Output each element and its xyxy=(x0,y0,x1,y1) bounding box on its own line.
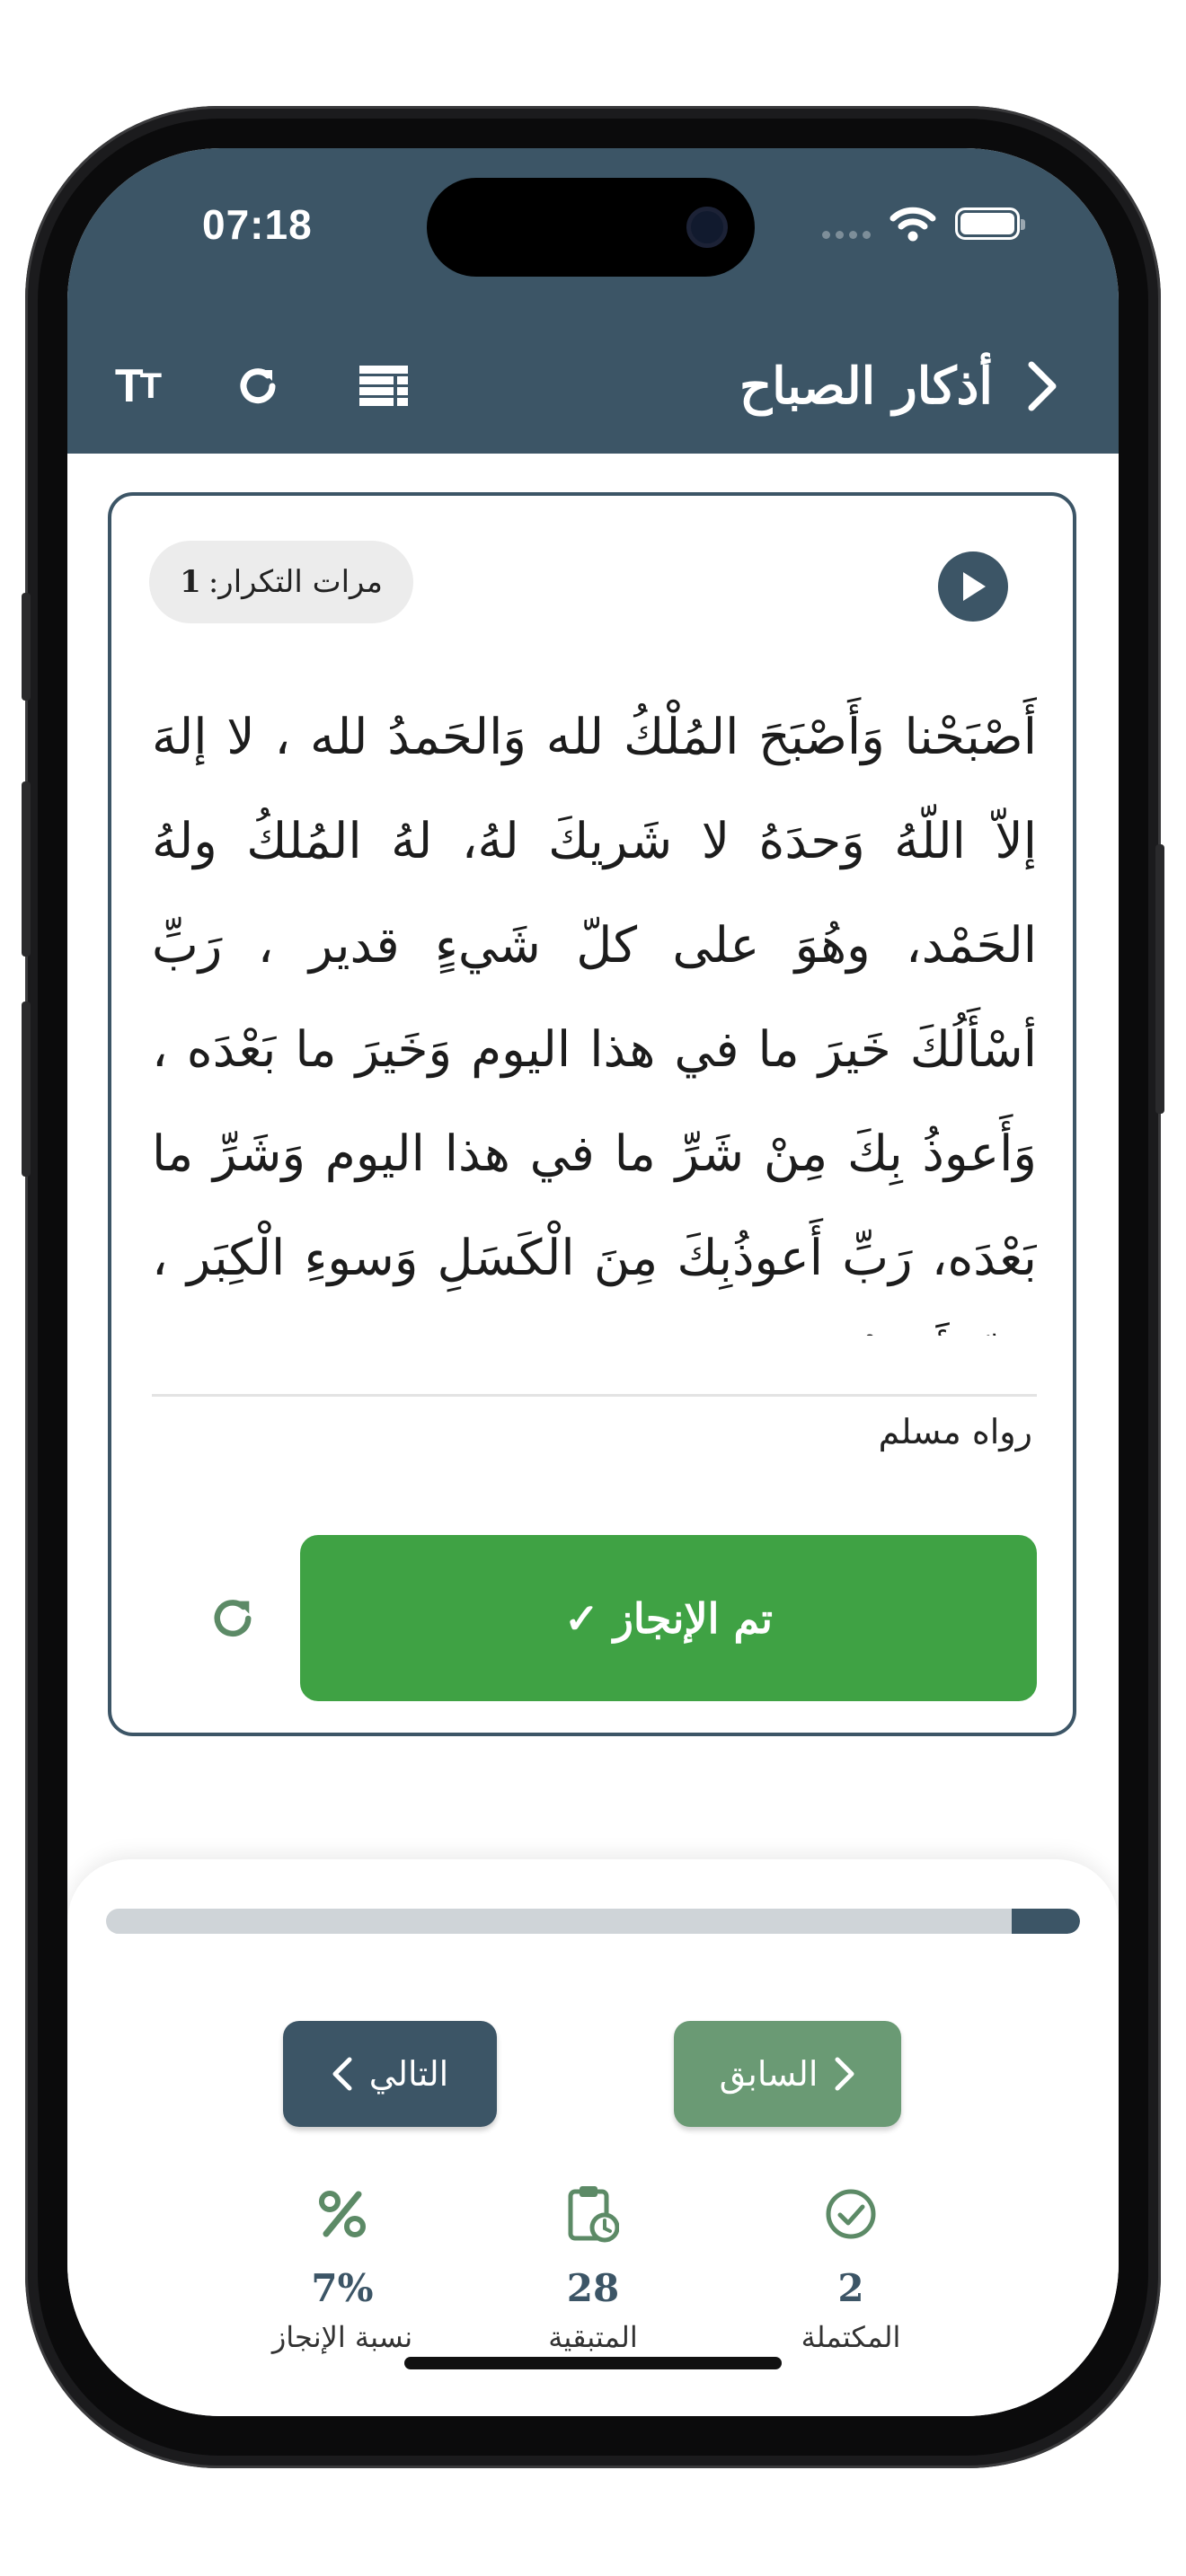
stat-completed: 2 المكتملة xyxy=(752,2178,950,2354)
toolbar: TT أذكار الصباح xyxy=(67,337,1119,436)
mark-done-button[interactable]: تم الإنجاز ✓ xyxy=(300,1535,1037,1701)
stat-label: المتبقية xyxy=(548,2320,638,2354)
progress-bar xyxy=(106,1909,1080,1934)
stat-label: نسبة الإنجاز xyxy=(271,2320,413,2354)
volume-up-button xyxy=(22,781,31,957)
stat-value: 7% xyxy=(311,2266,374,2310)
status-time: 07:18 xyxy=(202,201,313,248)
action-button xyxy=(22,593,31,701)
next-button[interactable]: التالي xyxy=(283,2021,497,2127)
progress-fill xyxy=(1012,1909,1080,1934)
zikr-card: مرات التكرار: 1 أَصْبَحْنا وَأَصْبَحَ ال… xyxy=(108,492,1076,1736)
volume-down-button xyxy=(22,1001,31,1177)
wifi-icon xyxy=(890,207,936,242)
battery-icon xyxy=(955,207,1025,240)
stat-completion-percent: 7% نسبة الإنجاز xyxy=(243,2178,441,2354)
stat-remaining: 28 المتبقية xyxy=(494,2178,692,2354)
dynamic-island xyxy=(427,178,755,277)
previous-button[interactable]: السابق xyxy=(674,2021,901,2127)
stat-label: المكتملة xyxy=(801,2320,901,2354)
app-screen: 07:18 TT أذكار الصباح مرات التكرار: 1 أَ… xyxy=(67,148,1119,2416)
chevron-right-icon xyxy=(835,2057,854,2091)
page-title: أذكار الصباح xyxy=(739,357,993,416)
repeat-count: 1 xyxy=(180,564,201,600)
reload-icon xyxy=(214,1600,252,1637)
previous-label: السابق xyxy=(719,2054,819,2094)
camera-icon xyxy=(686,207,728,248)
clipboard-clock-icon xyxy=(494,2178,692,2250)
chevron-right-icon[interactable] xyxy=(1011,337,1074,436)
bottom-panel: التالي السابق 7% نسبة الإنجاز 28 المتبقي… xyxy=(67,1859,1119,2416)
power-button xyxy=(1155,844,1164,1114)
list-icon[interactable] xyxy=(348,337,420,436)
chevron-left-icon xyxy=(332,2057,352,2091)
cellular-signal-icon xyxy=(822,231,871,239)
stat-value: 28 xyxy=(566,2266,620,2310)
zikr-text: أَصْبَحْنا وَأَصْبَحَ المُلْكُ لله وَالح… xyxy=(152,708,1037,1336)
divider xyxy=(152,1394,1037,1397)
next-label: التالي xyxy=(368,2054,449,2094)
repeat-count-badge: مرات التكرار: 1 xyxy=(149,541,413,623)
app-header: 07:18 TT أذكار الصباح xyxy=(67,148,1119,454)
home-indicator xyxy=(404,2357,782,2369)
reset-count-button[interactable] xyxy=(192,1578,273,1659)
reload-icon[interactable] xyxy=(222,337,294,436)
text-size-icon[interactable]: TT xyxy=(96,337,177,436)
stat-value: 2 xyxy=(837,2266,864,2310)
play-audio-button[interactable] xyxy=(938,551,1008,622)
repeat-label: مرات التكرار: xyxy=(208,564,383,600)
percent-icon xyxy=(243,2178,441,2250)
zikr-source: رواه مسلم xyxy=(878,1412,1032,1451)
play-icon xyxy=(963,572,986,601)
check-circle-icon xyxy=(752,2178,950,2250)
